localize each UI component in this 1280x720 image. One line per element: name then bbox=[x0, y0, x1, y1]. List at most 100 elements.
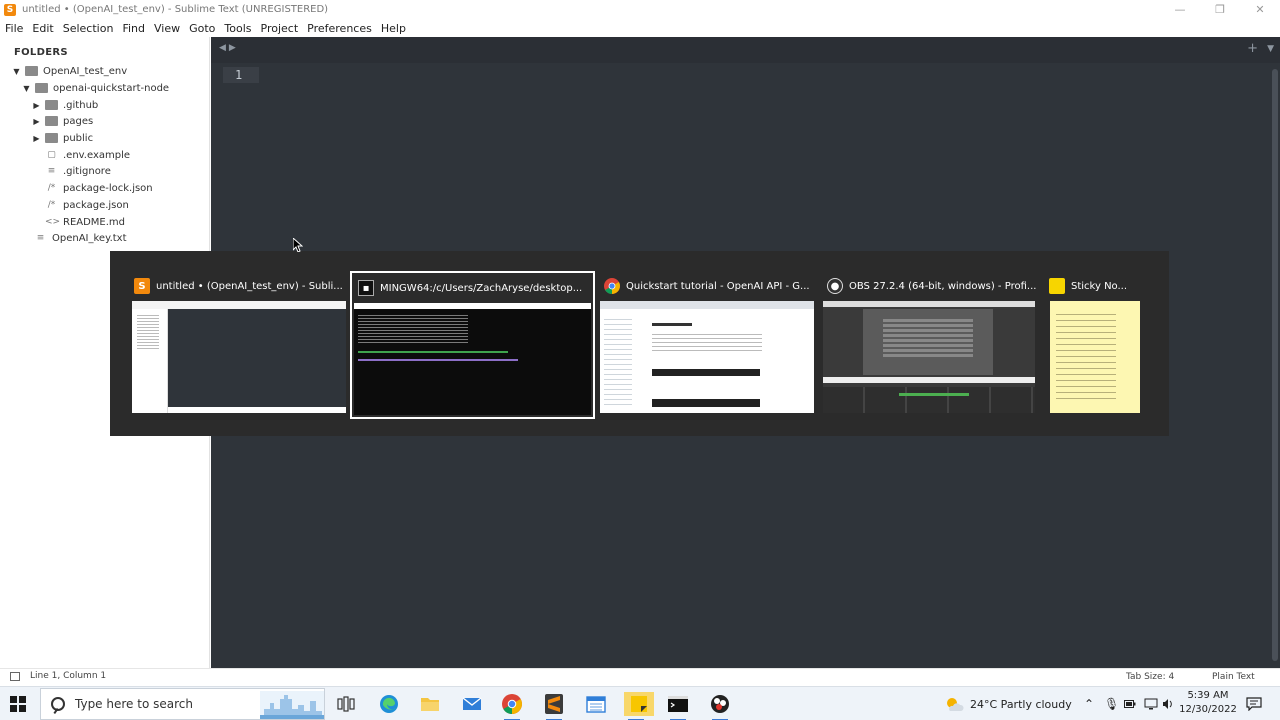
syntax-selector[interactable]: Plain Text bbox=[1212, 672, 1255, 682]
panel-toggle-icon[interactable] bbox=[10, 671, 20, 681]
tree-file-package-lock-json[interactable]: /* package-lock.json bbox=[45, 180, 153, 196]
notification-center-icon[interactable] bbox=[1246, 687, 1262, 720]
tree-file-package-json[interactable]: /* package.json bbox=[45, 197, 129, 213]
chevron-right-icon[interactable]: ▶ bbox=[32, 134, 41, 143]
folder-icon bbox=[35, 83, 48, 93]
folder-icon bbox=[45, 116, 58, 126]
switcher-thumbnail bbox=[132, 301, 346, 413]
calendar-icon[interactable] bbox=[584, 692, 608, 716]
switcher-item-chrome[interactable]: Quickstart tutorial - OpenAI API - G... bbox=[598, 271, 816, 419]
tab-menu-icon[interactable]: ▼ bbox=[1267, 44, 1274, 54]
folders-header: FOLDERS bbox=[14, 47, 68, 58]
switcher-thumbnail bbox=[354, 303, 591, 415]
obs-icon: ● bbox=[827, 278, 843, 294]
sublime-taskbar-icon[interactable] bbox=[542, 692, 566, 720]
file-explorer-icon[interactable] bbox=[418, 692, 442, 716]
window-switcher: S untitled • (OpenAI_test_env) - Subli..… bbox=[110, 251, 1169, 436]
tree-file-env-example[interactable]: ▢ .env.example bbox=[45, 147, 130, 163]
tree-file-gitignore[interactable]: ≡ .gitignore bbox=[45, 163, 111, 179]
restore-button[interactable]: ❐ bbox=[1200, 0, 1240, 19]
sticky-notes-taskbar-icon[interactable] bbox=[624, 692, 654, 720]
menu-goto[interactable]: Goto bbox=[189, 22, 215, 35]
tree-item-label: pages bbox=[63, 115, 94, 127]
partly-cloudy-icon bbox=[947, 698, 964, 711]
tree-item-label: package-lock.json bbox=[63, 182, 153, 194]
system-clock[interactable]: 5:39 AM 12/30/2022 bbox=[1178, 689, 1238, 717]
folder-icon bbox=[45, 100, 58, 110]
cursor-position: Line 1, Column 1 bbox=[30, 671, 107, 681]
menu-tools[interactable]: Tools bbox=[224, 22, 251, 35]
switcher-thumbnail bbox=[823, 301, 1035, 413]
menu-project[interactable]: Project bbox=[261, 22, 299, 35]
folder-icon bbox=[25, 66, 38, 76]
chrome-icon bbox=[604, 278, 620, 294]
menu-find[interactable]: Find bbox=[122, 22, 145, 35]
menu-bar: File Edit Selection Find View Goto Tools… bbox=[0, 19, 1280, 37]
tree-item-label: OpenAI_key.txt bbox=[52, 232, 127, 244]
tree-item-label: package.json bbox=[63, 199, 129, 211]
switcher-item-title: Quickstart tutorial - OpenAI API - G... bbox=[626, 280, 810, 292]
switcher-item-sublime[interactable]: S untitled • (OpenAI_test_env) - Subli..… bbox=[128, 271, 350, 419]
line-number: 1 bbox=[235, 68, 243, 82]
tree-item-label: OpenAI_test_env bbox=[43, 65, 128, 77]
sublime-logo-icon: S bbox=[4, 3, 16, 16]
clock-date: 12/30/2022 bbox=[1179, 704, 1237, 715]
chevron-right-icon[interactable]: ▶ bbox=[32, 117, 41, 126]
search-highlight-illustration-icon bbox=[260, 691, 324, 719]
tab-bar: ◀▶ + ▼ bbox=[211, 37, 1280, 63]
json-icon: /* bbox=[47, 200, 56, 210]
tree-folder-public[interactable]: ▶ public bbox=[32, 130, 93, 146]
menu-help[interactable]: Help bbox=[381, 22, 406, 35]
tray-overflow-chevron-icon[interactable]: ⌃ bbox=[1084, 687, 1094, 720]
json-icon: /* bbox=[47, 183, 56, 193]
new-tab-icon[interactable]: + bbox=[1247, 41, 1258, 56]
edge-icon[interactable] bbox=[377, 692, 401, 716]
lines-icon: ≡ bbox=[47, 166, 56, 176]
switcher-item-title: untitled • (OpenAI_test_env) - Subli... bbox=[156, 280, 343, 292]
battery-icon[interactable] bbox=[1124, 687, 1136, 720]
microphone-icon[interactable]: 🎙︎ bbox=[1104, 687, 1119, 720]
tree-folder-pages[interactable]: ▶ pages bbox=[32, 113, 93, 129]
menu-file[interactable]: File bbox=[5, 22, 23, 35]
git-bash-taskbar-icon[interactable] bbox=[666, 692, 690, 720]
window-title: untitled • (OpenAI_test_env) - Sublime T… bbox=[22, 4, 329, 15]
close-button[interactable]: ✕ bbox=[1240, 0, 1280, 19]
mouse-cursor-icon bbox=[293, 238, 303, 252]
menu-view[interactable]: View bbox=[154, 22, 180, 35]
chrome-taskbar-icon[interactable] bbox=[500, 692, 524, 720]
tree-folder-openai-quickstart-node[interactable]: ▼ openai-quickstart-node bbox=[22, 80, 169, 96]
search-placeholder[interactable]: Type here to search bbox=[75, 697, 193, 711]
menu-edit[interactable]: Edit bbox=[32, 22, 53, 35]
weather-widget[interactable]: 24°C Partly cloudy bbox=[944, 687, 1072, 720]
title-bar: S untitled • (OpenAI_test_env) - Sublime… bbox=[0, 0, 1280, 19]
tree-file-openai-key-txt[interactable]: ≡ OpenAI_key.txt bbox=[34, 230, 127, 246]
task-view-icon[interactable] bbox=[334, 692, 358, 716]
switcher-item-terminal[interactable]: ▪ MINGW64:/c/Users/ZachAryse/desktop... bbox=[350, 271, 595, 419]
network-icon[interactable] bbox=[1144, 687, 1158, 720]
obs-taskbar-icon[interactable] bbox=[708, 692, 732, 720]
switcher-item-sticky-notes[interactable]: Sticky No... bbox=[1043, 271, 1143, 419]
chevron-down-icon[interactable]: ▼ bbox=[12, 67, 21, 76]
lines-icon: ≡ bbox=[36, 233, 45, 243]
mail-icon[interactable] bbox=[460, 692, 484, 716]
chevron-down-icon[interactable]: ▼ bbox=[22, 84, 31, 93]
taskbar-search[interactable]: Type here to search bbox=[40, 688, 325, 720]
editor-scrollbar[interactable] bbox=[1272, 69, 1278, 661]
menu-preferences[interactable]: Preferences bbox=[307, 22, 372, 35]
tab-nav-arrows-icon[interactable]: ◀▶ bbox=[219, 43, 239, 53]
current-line-gutter: 1 bbox=[223, 67, 259, 83]
code-icon: <> bbox=[45, 217, 61, 227]
chevron-right-icon[interactable]: ▶ bbox=[32, 101, 41, 110]
tree-item-label: .gitignore bbox=[63, 165, 111, 177]
tab-size-selector[interactable]: Tab Size: 4 bbox=[1126, 672, 1174, 682]
minimize-button[interactable]: — bbox=[1160, 0, 1200, 19]
tree-folder-openai-test-env[interactable]: ▼ OpenAI_test_env bbox=[12, 63, 127, 79]
tree-file-readme-md[interactable]: <> README.md bbox=[45, 214, 125, 230]
weather-text: 24°C Partly cloudy bbox=[970, 697, 1072, 711]
switcher-item-obs[interactable]: ● OBS 27.2.4 (64-bit, windows) - Profi..… bbox=[821, 271, 1039, 419]
volume-icon[interactable] bbox=[1162, 687, 1174, 720]
terminal-icon: ▪ bbox=[358, 280, 374, 296]
menu-selection[interactable]: Selection bbox=[63, 22, 114, 35]
windows-start-icon[interactable] bbox=[10, 696, 26, 712]
tree-folder-github[interactable]: ▶ .github bbox=[32, 97, 98, 113]
